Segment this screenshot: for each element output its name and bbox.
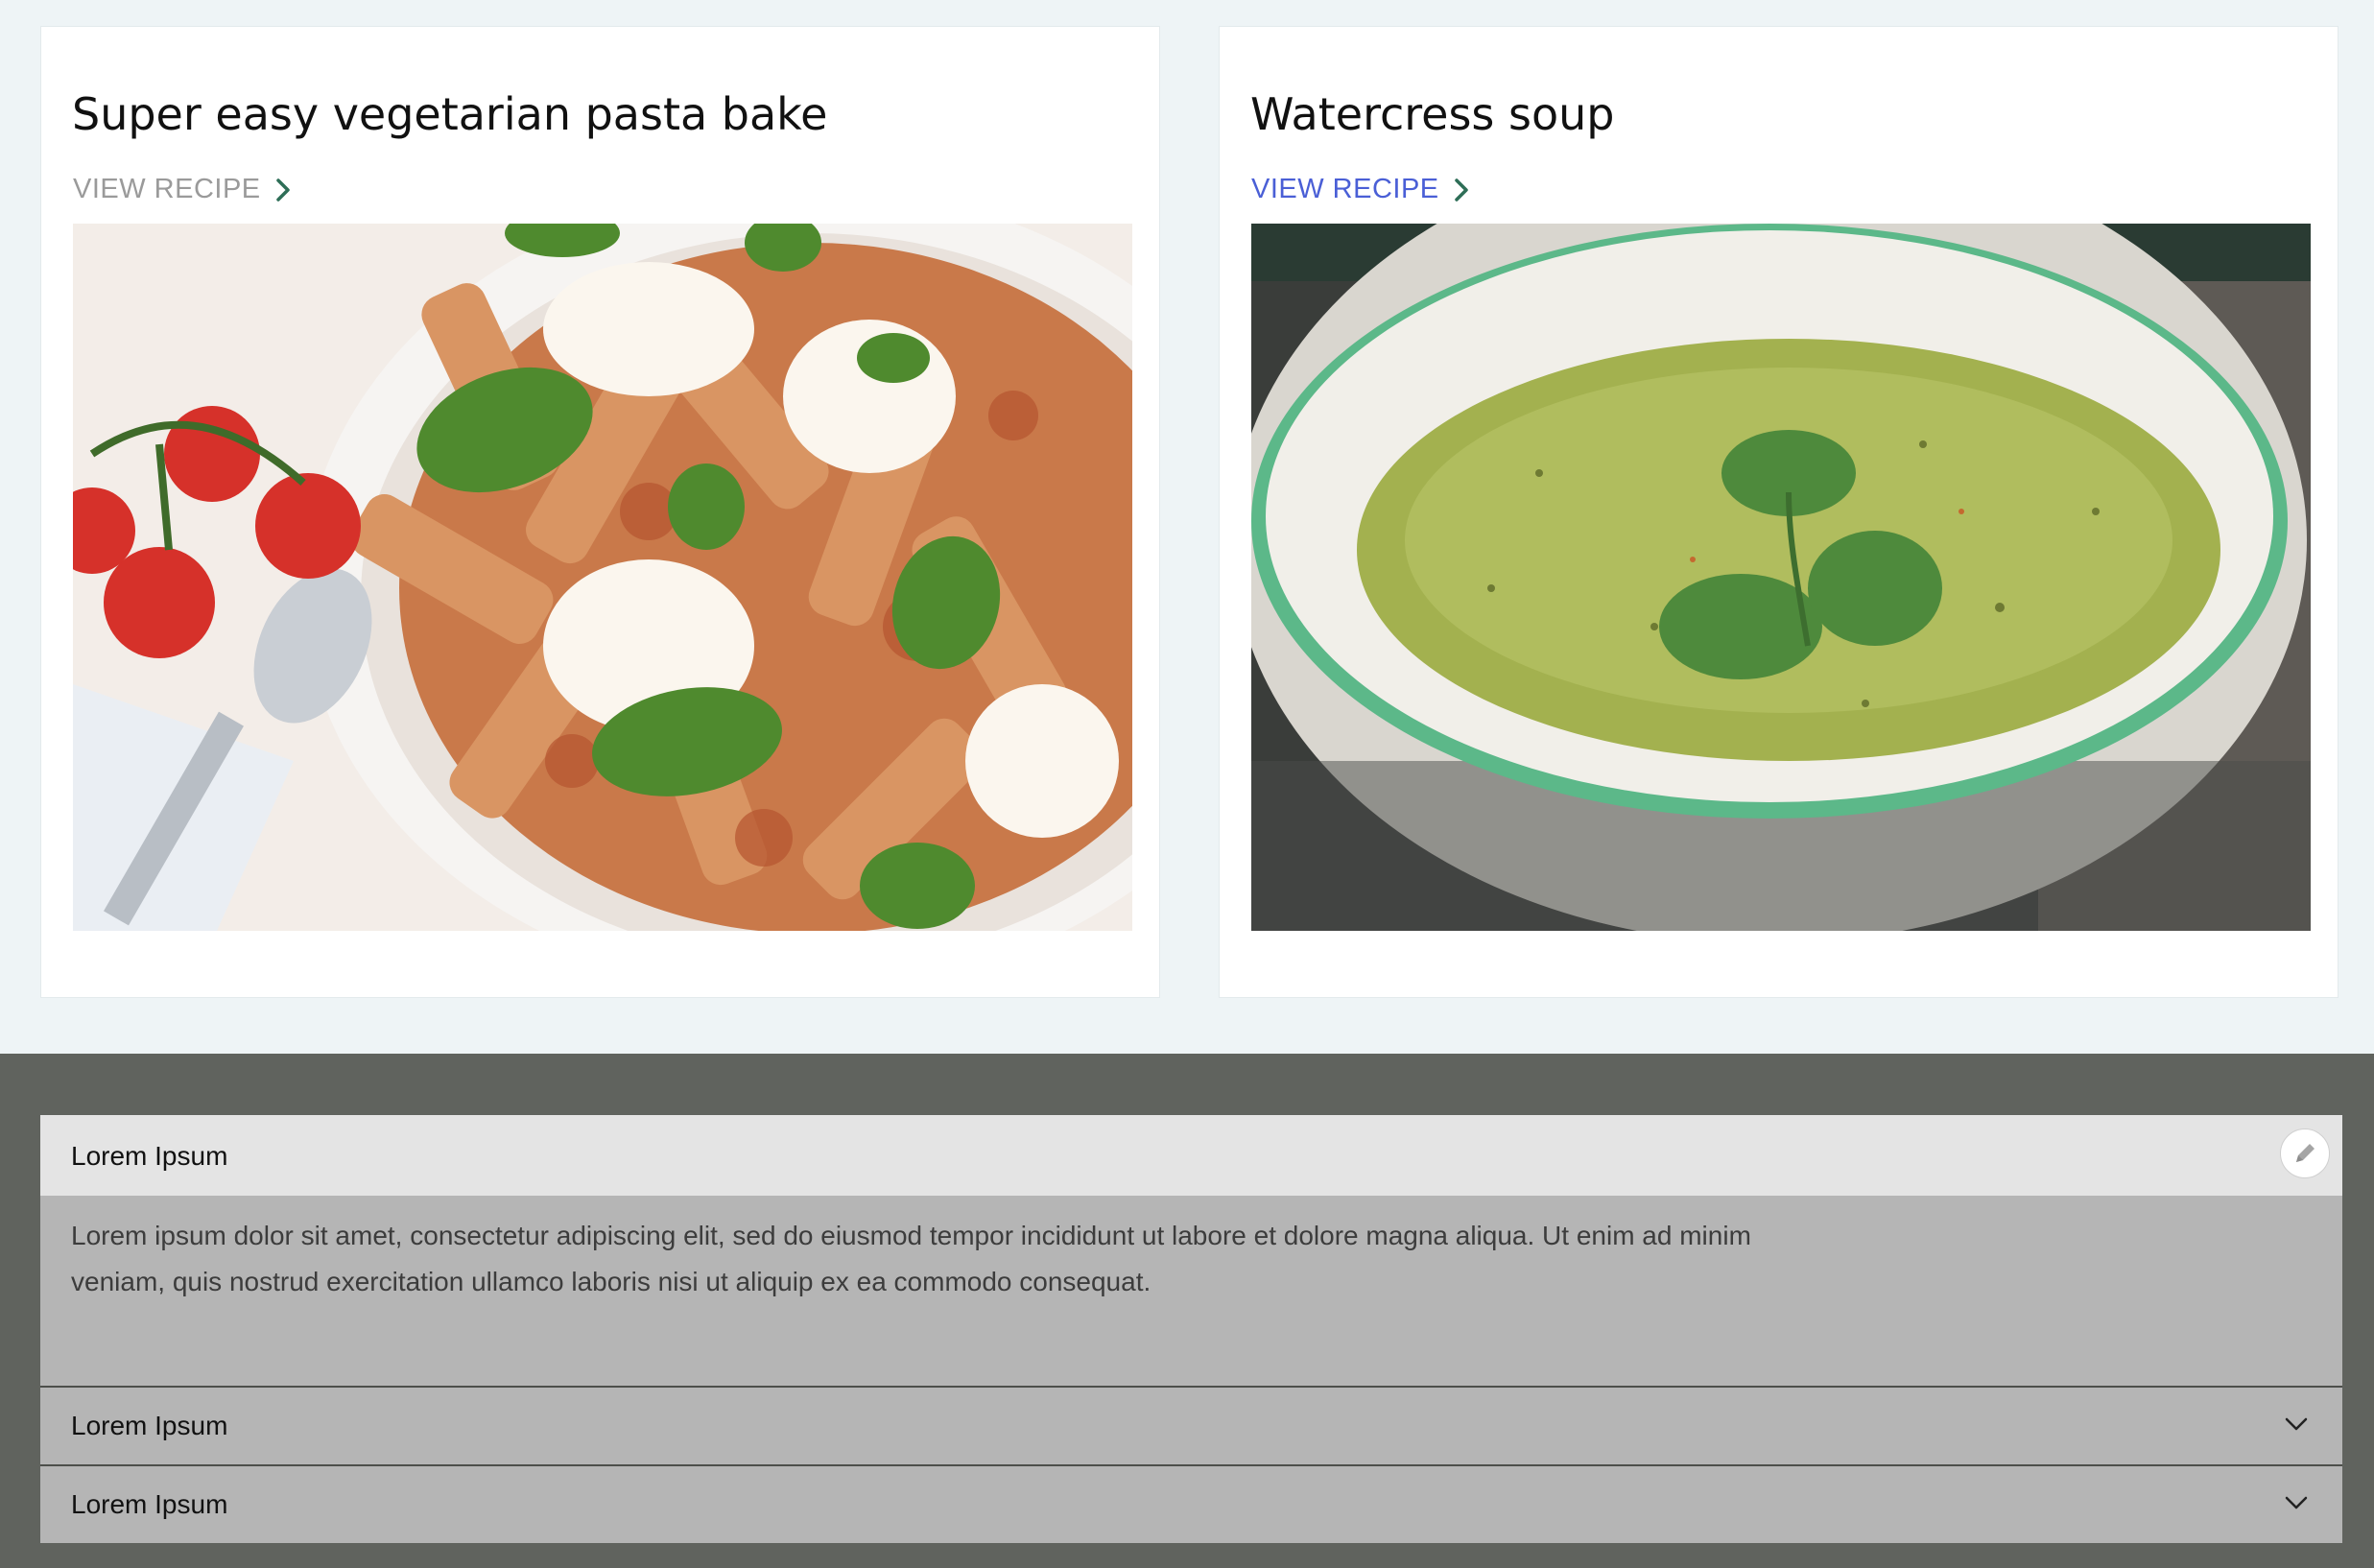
recipe-card-pasta-bake: Super easy vegetarian pasta bake VIEW RE…: [40, 26, 1160, 998]
accordion-section: Lorem Ipsum Lorem ipsum dolor sit amet, …: [0, 1054, 2374, 1568]
chevron-down-icon: [2285, 1417, 2308, 1431]
recipe-photo-watercress-soup: [1251, 224, 2311, 931]
recipe-title: Watercress soup: [1250, 88, 1615, 140]
recipe-photo-pasta-bake: [73, 224, 1132, 931]
chevron-right-icon: [1454, 178, 1468, 202]
edit-button[interactable]: [2280, 1128, 2330, 1178]
recipe-card-watercress-soup: Watercress soup VIEW RECIPE: [1219, 26, 2338, 998]
recipe-title: Super easy vegetarian pasta bake: [72, 88, 828, 140]
accordion-header-open[interactable]: Lorem Ipsum: [40, 1115, 2342, 1196]
pencil-icon: [2296, 1144, 2315, 1162]
accordion-title: Lorem Ipsum: [71, 1489, 228, 1519]
accordion-item[interactable]: Lorem Ipsum: [40, 1464, 2342, 1543]
accordion-title: Lorem Ipsum: [71, 1141, 228, 1171]
view-recipe-label: VIEW RECIPE: [73, 174, 261, 204]
accordion-title: Lorem Ipsum: [71, 1411, 228, 1440]
accordion-panel: Lorem ipsum dolor sit amet, consectetur …: [40, 1196, 2342, 1386]
accordion-body-text: Lorem ipsum dolor sit amet, consectetur …: [71, 1221, 1751, 1296]
recipe-cards-section: Super easy vegetarian pasta bake VIEW RE…: [0, 0, 2374, 1054]
view-recipe-link[interactable]: VIEW RECIPE: [1251, 174, 1470, 205]
chevron-right-icon: [275, 178, 290, 202]
view-recipe-label: VIEW RECIPE: [1251, 174, 1439, 204]
chevron-down-icon: [2285, 1496, 2308, 1509]
accordion-item[interactable]: Lorem Ipsum: [40, 1386, 2342, 1464]
view-recipe-link[interactable]: VIEW RECIPE: [73, 174, 292, 205]
